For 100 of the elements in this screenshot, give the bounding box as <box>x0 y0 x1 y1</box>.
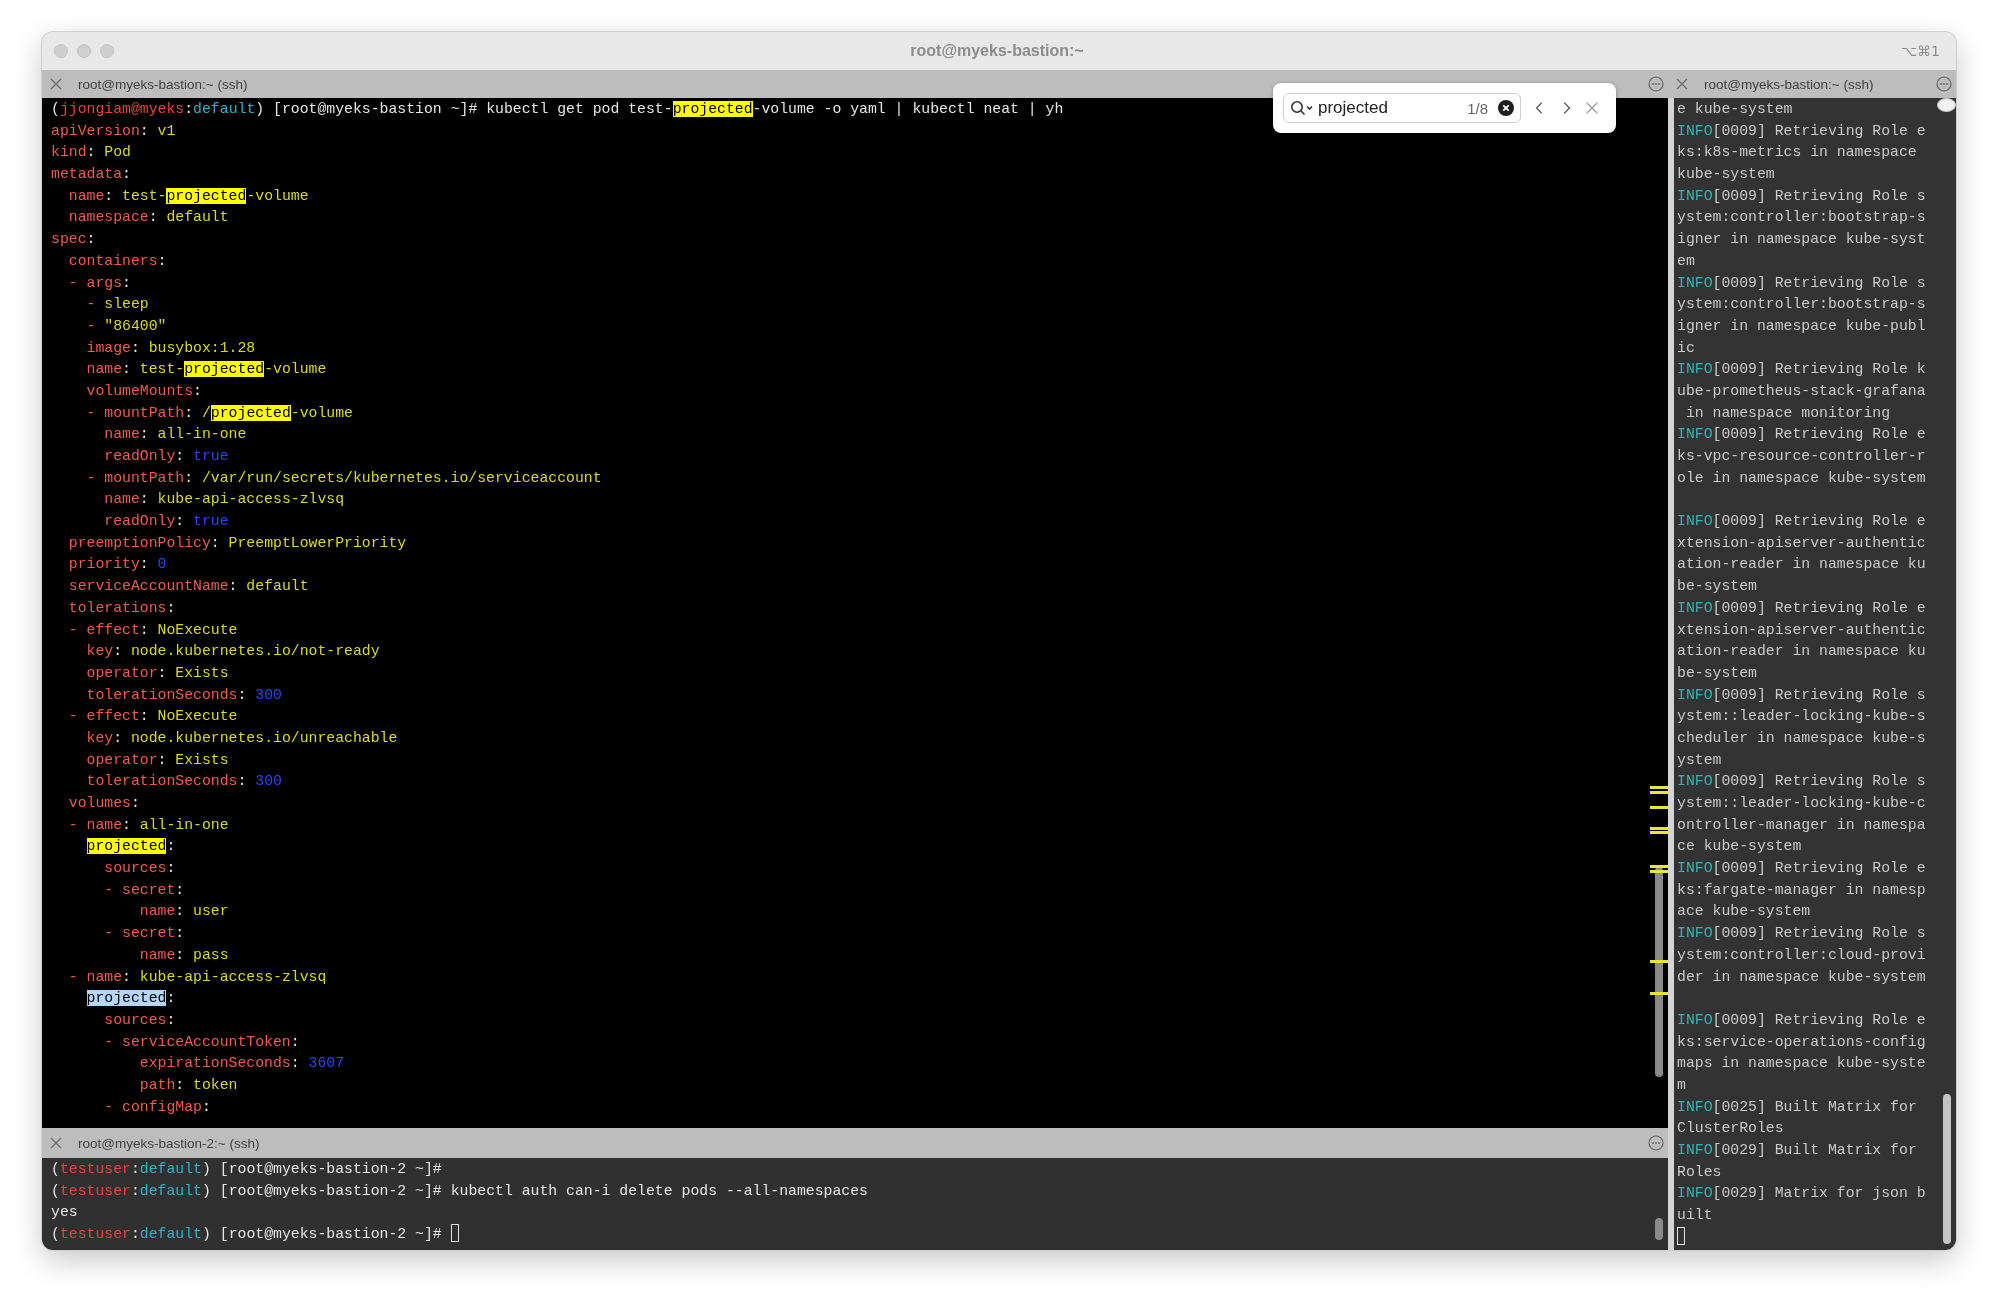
terminal-line: ube-prometheus-stack-grafana <box>1677 381 1927 401</box>
terminal-line: INFO[0009] Retrieving Role e <box>1677 859 1927 879</box>
terminal-line: preemptionPolicy: PreemptLowerPriority <box>67 533 408 553</box>
terminal-line: name: all-in-one <box>103 425 248 445</box>
terminal-line: (testuser:default) [root@myeks-bastion-2 ~]# <box>51 1160 443 1179</box>
terminal-line: ic <box>1677 338 1696 358</box>
terminal-line: - effect: NoExecute <box>67 620 239 640</box>
pane-title: root@myeks-bastion-2:~ (ssh) <box>77 1135 261 1151</box>
terminal-line: (testuser:default) [root@myeks-bastion-2 ~]# kubectl auth can-i delete pods --all-namespaces <box>51 1181 869 1201</box>
terminal-line: metadata: <box>51 165 132 185</box>
terminal-line: yes <box>51 1203 79 1223</box>
search-match-marker <box>1650 870 1668 873</box>
terminal-line: name: kube-api-access-zlvsq <box>103 490 346 510</box>
terminal-line: m <box>1677 1075 1687 1095</box>
terminal-line: sources: <box>103 1010 177 1030</box>
terminal-line: be-system <box>1677 663 1758 683</box>
terminal-line: ontroller-manager in namespa <box>1677 815 1927 835</box>
close-icon[interactable] <box>50 1137 62 1149</box>
terminal-line: key: node.kubernetes.io/unreachable <box>85 728 399 748</box>
terminal-line: der in namespace kube-system <box>1677 967 1927 987</box>
terminal-line: containers: <box>67 251 168 271</box>
terminal-line: be-system <box>1677 577 1758 597</box>
terminal-line: INFO[0009] Retrieving Role e <box>1677 425 1927 445</box>
window-title: root@myeks-bastion:~ <box>910 42 1084 60</box>
terminal-line: INFO[0009] Retrieving Role e <box>1677 1010 1927 1030</box>
search-match-marker <box>1650 806 1668 809</box>
scrollbar-thumb[interactable] <box>1943 1094 1951 1244</box>
terminal-line: uilt <box>1677 1206 1714 1226</box>
terminal-line: in namespace monitoring <box>1684 403 1892 423</box>
more-icon[interactable] <box>1648 76 1664 92</box>
terminal-line: tolerations: <box>67 598 177 618</box>
pane-title: root@myeks-bastion:~ (ssh) <box>77 76 249 92</box>
scrollbar-thumb[interactable] <box>1655 1218 1663 1240</box>
search-match-marker <box>1650 865 1668 868</box>
terminal-line: ole in namespace kube-system <box>1677 468 1927 488</box>
terminal-line: operator: Exists <box>85 663 230 683</box>
terminal-line: volumes: <box>67 794 141 813</box>
terminal-line: - configMap: <box>103 1097 212 1117</box>
more-icon[interactable] <box>1936 76 1952 92</box>
terminal-line: name: pass <box>138 945 230 965</box>
terminal-line: INFO[0009] Retrieving Role s <box>1677 924 1927 944</box>
search-field[interactable]: projected 1/8 <box>1283 93 1521 123</box>
shortcut-label: ⌥⌘1 <box>1900 43 1940 59</box>
terminal-line: - secret: <box>103 880 186 900</box>
terminal-line: spec: <box>51 230 97 250</box>
terminal-line: name: test-projected-volume <box>67 186 310 206</box>
terminal-line: ystem:controller:cloud-provi <box>1677 945 1927 965</box>
terminal-line: ClusterRoles <box>1677 1119 1785 1139</box>
terminal-line: kind: Pod <box>51 143 132 163</box>
terminal-line: kube-system <box>1677 165 1776 185</box>
close-icon[interactable] <box>1676 78 1688 90</box>
terminal-line: - "86400" <box>85 316 168 336</box>
terminal-line: name: test-projected-volume <box>85 360 328 380</box>
terminal-line: priority: 0 <box>67 555 168 575</box>
terminal-line: INFO[0009] Retrieving Role s <box>1677 772 1927 792</box>
terminal-line: ation-reader in namespace ku <box>1677 555 1927 575</box>
terminal-line: image: busybox:1.28 <box>85 338 257 358</box>
terminal-line: apiVersion: v1 <box>51 121 177 141</box>
terminal-line: - serviceAccountToken: <box>103 1032 301 1052</box>
terminal-line: ks:fargate-manager in namesp <box>1677 880 1927 900</box>
terminal-line: - sleep <box>85 295 150 315</box>
pane-title: root@myeks-bastion:~ (ssh) <box>1703 76 1875 92</box>
terminal-line: - mountPath: /projected-volume <box>85 403 354 423</box>
terminal-line: operator: Exists <box>85 750 230 770</box>
terminal-line: INFO[0009] Retrieving Role s <box>1677 186 1927 206</box>
terminal-line: cheduler in namespace kube-s <box>1677 728 1927 748</box>
terminal-line: ks:service-operations-config <box>1677 1032 1927 1052</box>
terminal-line: ystem <box>1677 750 1723 770</box>
search-input[interactable]: projected <box>1318 98 1464 118</box>
terminal-line: readOnly: true <box>103 447 230 466</box>
terminal-line: readOnly: true <box>103 512 230 532</box>
terminal-line: expirationSeconds: 3607 <box>138 1054 346 1074</box>
terminal-line: Roles <box>1677 1162 1723 1182</box>
terminal-line: INFO[0009] Retrieving Role s <box>1677 273 1927 293</box>
terminal-line: (testuser:default) [root@myeks-bastion-2 ~]# <box>51 1224 1650 1246</box>
terminal-line: serviceAccountName: default <box>67 577 310 597</box>
terminal-line: - args: <box>67 273 132 293</box>
terminal-line: - mountPath: /var/run/secrets/kubernetes.io/serviceaccount <box>85 468 603 488</box>
close-icon[interactable] <box>1585 101 1599 115</box>
terminal-line: maps in namespace kube-syste <box>1677 1054 1927 1074</box>
close-icon[interactable] <box>50 78 62 90</box>
terminal-line: ystem:controller:bootstrap-s <box>1677 208 1927 228</box>
terminal-line: INFO[0009] Retrieving Role k <box>1677 360 1927 380</box>
terminal-line: - name: kube-api-access-zlvsq <box>67 967 328 987</box>
search-match-marker <box>1650 786 1668 789</box>
terminal-line: ystem:controller:bootstrap-s <box>1677 295 1927 315</box>
terminal-line: sources: <box>103 859 177 879</box>
terminal-line: ystem::leader-locking-kube-s <box>1677 707 1927 727</box>
more-icon[interactable] <box>1648 1135 1664 1151</box>
terminal-line: name: user <box>138 902 230 922</box>
clear-icon[interactable] <box>1498 100 1514 116</box>
terminal-line: ystem::leader-locking-kube-c <box>1677 794 1927 813</box>
terminal-line: ks:k8s-metrics in namespace <box>1677 143 1918 163</box>
terminal-line: - effect: NoExecute <box>67 707 239 727</box>
terminal-line: INFO[0009] Retrieving Role s <box>1677 685 1927 705</box>
terminal-line: - secret: <box>103 924 186 944</box>
scrollbar-thumb[interactable] <box>1655 867 1663 1077</box>
terminal-line: path: token <box>138 1075 239 1095</box>
terminal-line: ce kube-system <box>1677 837 1803 857</box>
terminal-line: INFO[0025] Built Matrix for <box>1677 1097 1918 1117</box>
